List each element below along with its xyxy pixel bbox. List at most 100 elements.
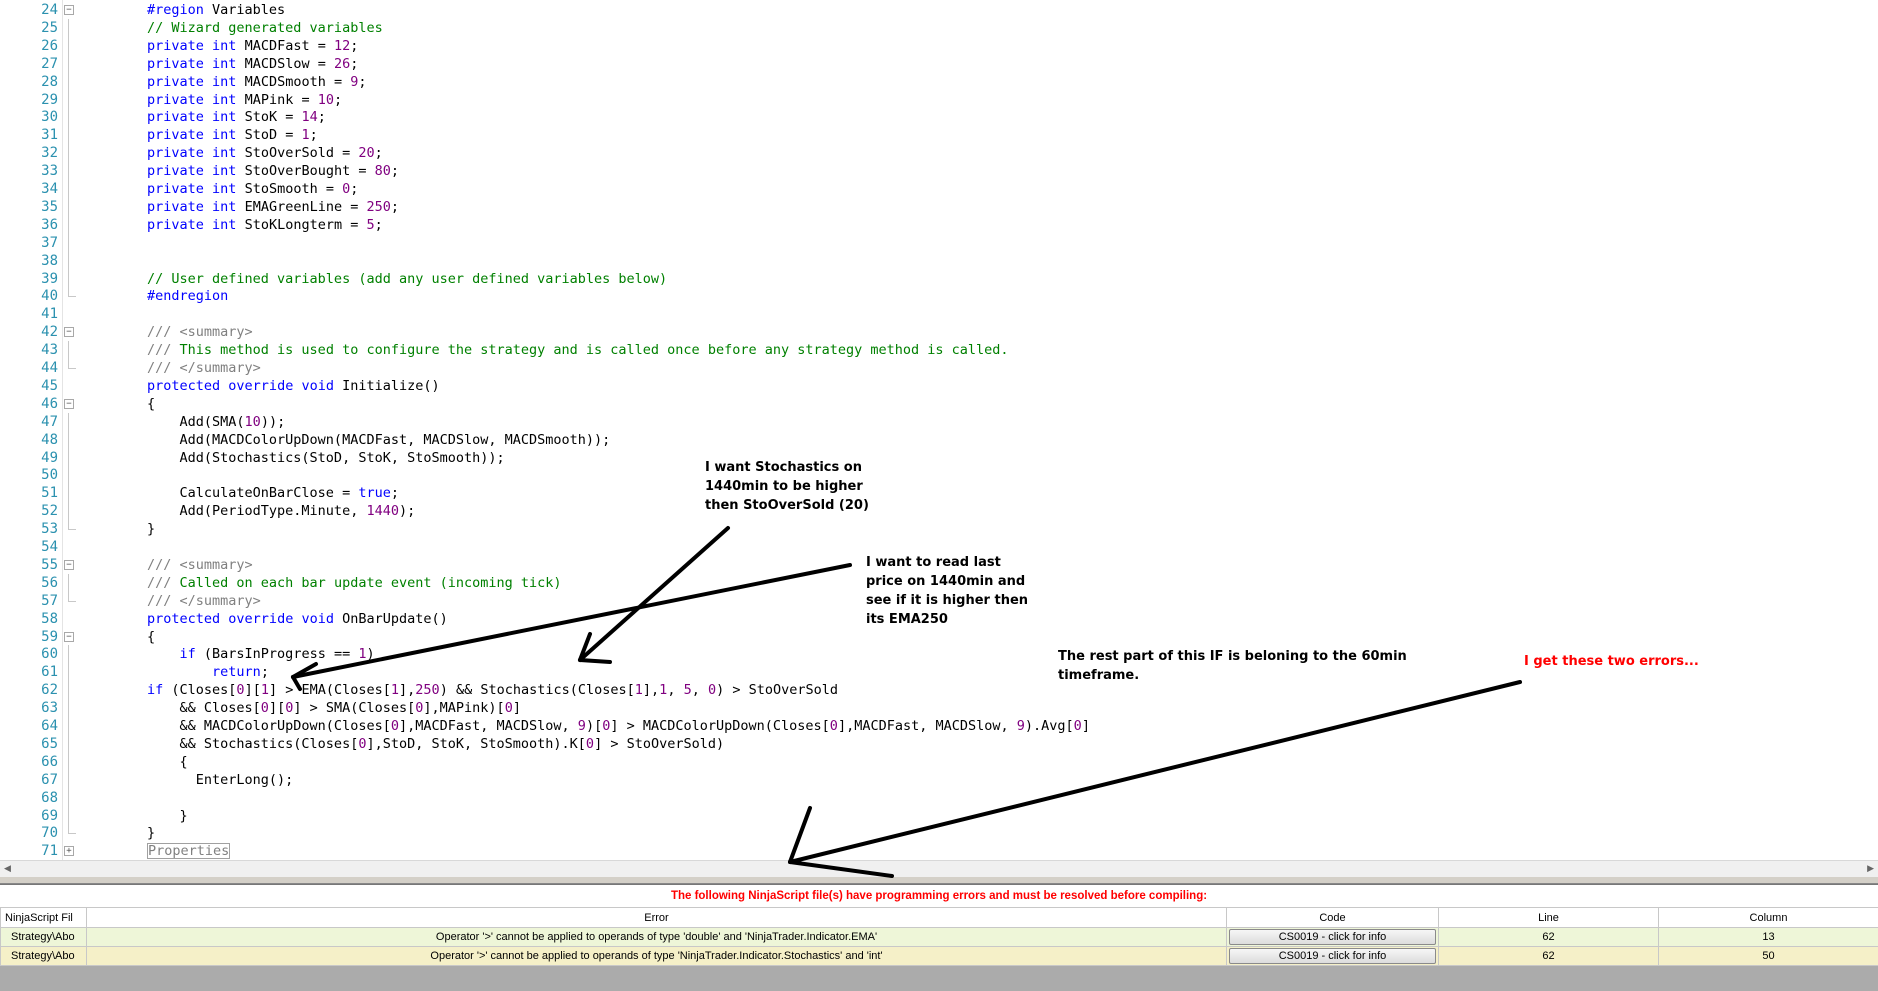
code-line[interactable]: 36private int StoKLongterm = 5; [0,216,1878,234]
code-text[interactable]: && MACDColorUpDown(Closes[0],MACDFast, M… [147,717,1090,735]
code-text[interactable]: && Closes[0][0] > SMA(Closes[0],MAPink)[… [147,699,521,717]
code-text[interactable]: // User defined variables (add any user … [147,270,667,288]
code-text[interactable]: if (Closes[0][1] > EMA(Closes[1],250) &&… [147,681,838,699]
code-text[interactable]: Add(MACDColorUpDown(MACDFast, MACDSlow, … [147,431,610,449]
code-text[interactable]: private int StoSmooth = 0; [147,180,358,198]
code-text[interactable]: private int StoOverBought = 80; [147,162,399,180]
code-line[interactable]: 71+Properties [0,842,1878,860]
code-line[interactable]: 33private int StoOverBought = 80; [0,162,1878,180]
code-line[interactable]: 24−#region Variables [0,1,1878,19]
collapse-region-icon[interactable]: − [64,560,74,570]
code-line[interactable]: 46−{ [0,395,1878,413]
code-line[interactable]: 50 [0,466,1878,484]
collapse-region-icon[interactable]: − [64,5,74,15]
code-text[interactable]: Add(Stochastics(StoD, StoK, StoSmooth)); [147,449,505,467]
code-line[interactable]: 38 [0,252,1878,270]
code-line[interactable]: 51 CalculateOnBarClose = true; [0,484,1878,502]
code-text[interactable]: /// Called on each bar update event (inc… [147,574,562,592]
code-line[interactable]: 68 [0,789,1878,807]
code-text[interactable]: /// </summary> [147,592,261,610]
code-text[interactable]: private int MACDSmooth = 9; [147,73,367,91]
code-text[interactable]: } [147,824,155,842]
code-text[interactable]: { [147,395,155,413]
code-line[interactable]: 66 { [0,753,1878,771]
column-header-column[interactable]: Column [1659,908,1878,928]
code-text[interactable]: private int StoKLongterm = 5; [147,216,383,234]
code-line[interactable]: 63 && Closes[0][0] > SMA(Closes[0],MAPin… [0,699,1878,717]
code-line[interactable]: 34private int StoSmooth = 0; [0,180,1878,198]
code-text[interactable]: { [147,628,155,646]
code-line[interactable]: 52 Add(PeriodType.Minute, 1440); [0,502,1878,520]
error-code-button[interactable]: CS0019 - click for info [1229,929,1436,945]
horizontal-scrollbar[interactable]: ◀ ▶ [0,860,1878,878]
code-line[interactable]: 48 Add(MACDColorUpDown(MACDFast, MACDSlo… [0,431,1878,449]
code-line[interactable]: 39// User defined variables (add any use… [0,270,1878,288]
code-line[interactable]: 43/// This method is used to configure t… [0,341,1878,359]
code-text[interactable]: CalculateOnBarClose = true; [147,484,399,502]
code-text[interactable]: return; [147,663,269,681]
code-line[interactable]: 47 Add(SMA(10)); [0,413,1878,431]
code-text[interactable]: Add(PeriodType.Minute, 1440); [147,502,415,520]
code-line[interactable]: 27private int MACDSlow = 26; [0,55,1878,73]
code-line[interactable]: 26private int MACDFast = 12; [0,37,1878,55]
column-header-file[interactable]: NinjaScript Fil [1,908,87,928]
scroll-left-icon[interactable]: ◀ [4,863,11,874]
code-line[interactable]: 53} [0,520,1878,538]
code-line[interactable]: 69 } [0,807,1878,825]
code-line[interactable]: 59−{ [0,628,1878,646]
collapse-region-icon[interactable]: − [64,327,74,337]
code-text[interactable]: EnterLong(); [147,771,293,789]
code-line[interactable]: 44/// </summary> [0,359,1878,377]
code-text[interactable]: Add(SMA(10)); [147,413,285,431]
error-row[interactable]: Strategy\Abo Operator '>' cannot be appl… [1,947,1878,966]
column-header-code[interactable]: Code [1227,908,1439,928]
code-line[interactable]: 31private int StoD = 1; [0,126,1878,144]
code-text[interactable]: #region Variables [147,1,285,19]
code-line[interactable]: 45protected override void Initialize() [0,377,1878,395]
code-text[interactable]: /// </summary> [147,359,261,377]
code-line[interactable]: 64 && MACDColorUpDown(Closes[0],MACDFast… [0,717,1878,735]
code-line[interactable]: 25// Wizard generated variables [0,19,1878,37]
code-text[interactable]: /// <summary> [147,556,253,574]
collapse-region-icon[interactable]: − [64,632,74,642]
code-text[interactable]: // Wizard generated variables [147,19,383,37]
collapse-region-icon[interactable]: − [64,399,74,409]
code-editor[interactable]: 24−#region Variables25// Wizard generate… [0,0,1878,860]
code-text[interactable]: } [147,807,188,825]
code-text[interactable]: protected override void OnBarUpdate() [147,610,448,628]
code-text[interactable]: #endregion [147,287,228,305]
code-text[interactable]: private int StoD = 1; [147,126,318,144]
error-row[interactable]: Strategy\Abo Operator '>' cannot be appl… [1,928,1878,947]
error-code-button[interactable]: CS0019 - click for info [1229,948,1436,964]
code-line[interactable]: 35private int EMAGreenLine = 250; [0,198,1878,216]
column-header-error[interactable]: Error [87,908,1227,928]
code-line[interactable]: 42−/// <summary> [0,323,1878,341]
code-text[interactable]: private int MACDSlow = 26; [147,55,358,73]
code-line[interactable]: 41 [0,305,1878,323]
code-line[interactable]: 37 [0,234,1878,252]
code-text[interactable]: protected override void Initialize() [147,377,440,395]
code-text[interactable]: && Stochastics(Closes[0],StoD, StoK, Sto… [147,735,724,753]
code-line[interactable]: 29private int MAPink = 10; [0,91,1878,109]
code-text[interactable]: private int MAPink = 10; [147,91,342,109]
code-line[interactable]: 30private int StoK = 14; [0,108,1878,126]
code-text[interactable]: } [147,520,155,538]
code-text[interactable]: /// This method is used to configure the… [147,341,1009,359]
code-text[interactable]: private int StoK = 14; [147,108,326,126]
code-text[interactable]: private int MACDFast = 12; [147,37,358,55]
code-line[interactable]: 65 && Stochastics(Closes[0],StoD, StoK, … [0,735,1878,753]
code-line[interactable]: 67 EnterLong(); [0,771,1878,789]
expand-region-icon[interactable]: + [64,846,74,856]
code-text[interactable]: { [147,753,188,771]
code-text[interactable]: if (BarsInProgress == 1) [147,645,375,663]
code-line[interactable]: 49 Add(Stochastics(StoD, StoK, StoSmooth… [0,449,1878,467]
code-line[interactable]: 70} [0,824,1878,842]
code-line[interactable]: 32private int StoOverSold = 20; [0,144,1878,162]
code-line[interactable]: 28private int MACDSmooth = 9; [0,73,1878,91]
code-line[interactable]: 62if (Closes[0][1] > EMA(Closes[1],250) … [0,681,1878,699]
code-line[interactable]: 40#endregion [0,287,1878,305]
code-text[interactable]: private int EMAGreenLine = 250; [147,198,399,216]
code-text[interactable]: Properties [147,843,230,859]
scroll-right-icon[interactable]: ▶ [1867,863,1874,874]
column-header-line[interactable]: Line [1439,908,1659,928]
